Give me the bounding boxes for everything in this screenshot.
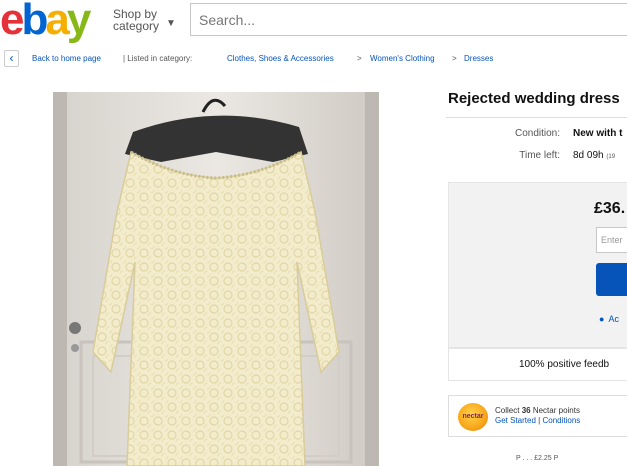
condition-value: New with t [573, 128, 623, 139]
search-box[interactable] [190, 3, 627, 36]
search-input[interactable] [191, 4, 627, 35]
breadcrumb-clothes-shoes-accessories[interactable]: Clothes, Shoes & Accessories [227, 49, 334, 69]
shop-by-category-button[interactable]: Shop by category ▼ [113, 8, 183, 32]
nectar-logo: nectar [458, 403, 488, 431]
postage-fragment: P . . . £2.25 P [516, 455, 559, 462]
nectar-panel: nectar Collect 36 Nectar points Get Star… [448, 395, 627, 437]
product-image[interactable] [53, 92, 379, 466]
title-divider [446, 117, 627, 118]
add-to-watch-list-link[interactable]: ● Ac [599, 314, 619, 324]
condition-label: Condition: [514, 128, 560, 139]
seller-feedback: 100% positive feedb [448, 348, 627, 381]
bid-amount-input[interactable]: Enter [596, 227, 627, 253]
chevron-down-icon: ▼ [166, 18, 176, 29]
time-left-label: Time left: [519, 150, 560, 161]
back-to-home-link[interactable]: Back to home page [32, 49, 101, 69]
time-left-value: 8d 09h (19 [573, 150, 616, 161]
breadcrumb-womens-clothing[interactable]: Women's Clothing [370, 49, 435, 69]
breadcrumb-separator: > [357, 54, 362, 63]
nectar-text: Collect 36 Nectar points Get Started | C… [495, 406, 581, 425]
ebay-logo[interactable]: ebay [0, 0, 105, 42]
breadcrumb-separator: > [452, 54, 457, 63]
breadcrumb-dresses[interactable]: Dresses [464, 49, 493, 69]
item-title: Rejected wedding dress [448, 90, 620, 107]
eye-icon: ● [599, 314, 605, 324]
place-bid-button[interactable] [596, 263, 627, 296]
nectar-conditions-link[interactable]: Conditions [542, 416, 580, 425]
dress-photo [53, 92, 379, 466]
listed-in-category-label: | Listed in category: [123, 54, 193, 63]
breadcrumb: Back to home page | Listed in category: … [0, 49, 627, 69]
nectar-get-started-link[interactable]: Get Started [495, 416, 536, 425]
current-price: £36. [594, 200, 626, 217]
